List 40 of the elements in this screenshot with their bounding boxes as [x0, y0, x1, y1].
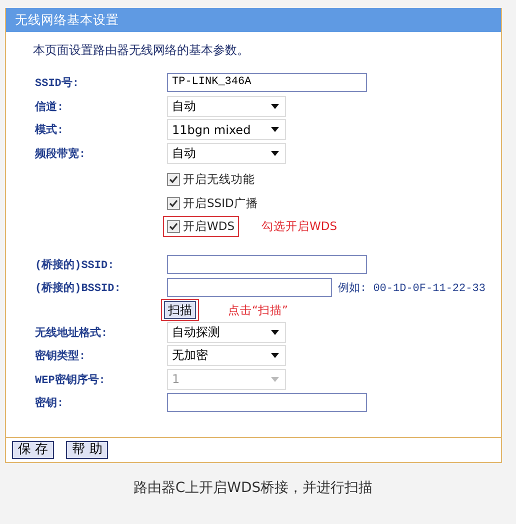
field-label: (桥接的)BSSID:: [35, 280, 122, 296]
text-field[interactable]: TP-LINK_346A: [167, 73, 367, 92]
dropdown[interactable]: 自动探测: [167, 322, 286, 343]
field-label: 无线地址格式:: [35, 326, 109, 340]
annotation-text: 勾选开启WDS: [262, 219, 338, 234]
field-label: 密钥类型:: [35, 348, 87, 364]
caret-icon: [271, 150, 279, 156]
dropdown[interactable]: 自动: [167, 142, 286, 164]
checkbox[interactable]: [167, 220, 180, 234]
text-field[interactable]: [167, 254, 367, 274]
checkbox-label: 开启WDS: [183, 219, 235, 234]
checkbox[interactable]: [167, 196, 180, 210]
hint-text: 例如: 00-1D-0F-11-22-33: [338, 281, 486, 296]
caret-icon: [271, 104, 279, 109]
caption-text: 路由器C上开启WDS桥接，并进行扫描: [133, 480, 373, 496]
checkbox-label: 开启无线功能: [183, 172, 255, 188]
dropdown[interactable]: 11bgn mixed: [167, 119, 286, 140]
text-field[interactable]: [167, 278, 332, 298]
caret-icon: [271, 353, 279, 358]
checkbox[interactable]: [167, 173, 180, 186]
dropdown[interactable]: 自动: [167, 96, 286, 117]
text-field[interactable]: [167, 393, 367, 412]
caret-icon: [271, 376, 279, 382]
caret-icon: [271, 330, 279, 335]
field-label: 频段带宽:: [35, 146, 87, 161]
field-label: 模式:: [35, 122, 65, 138]
field-label: (桥接的)SSID:: [35, 258, 116, 272]
panel-title: 无线网络基本设置: [6, 8, 501, 32]
field-label: 密钥:: [35, 396, 65, 410]
caret-icon: [271, 127, 279, 132]
field-label: 信道:: [35, 100, 65, 114]
dropdown[interactable]: 无加密: [167, 345, 286, 366]
field-label: SSID号:: [35, 76, 80, 90]
intro-text: 本页面设置路由器无线网络的基本参数。: [33, 42, 249, 59]
checkbox-label: 开启SSID广播: [183, 196, 258, 211]
annotation-text: 点击“扫描”: [228, 302, 288, 318]
footer-button[interactable]: 保 存: [12, 440, 54, 458]
field-label: WEP密钥序号:: [35, 372, 106, 387]
scan-button[interactable]: 扫描: [164, 301, 196, 319]
footer-button[interactable]: 帮 助: [66, 440, 108, 458]
